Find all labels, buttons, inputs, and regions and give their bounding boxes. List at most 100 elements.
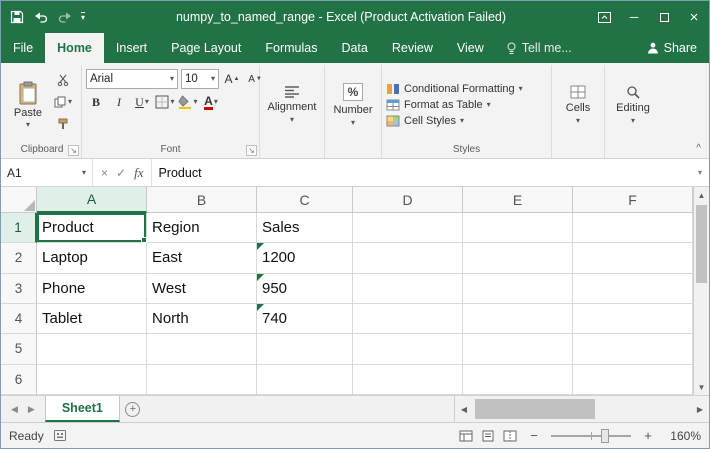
- cell-E6[interactable]: [463, 365, 573, 395]
- vertical-scroll-thumb[interactable]: [696, 205, 707, 283]
- scroll-left-icon[interactable]: ◀: [455, 405, 473, 414]
- horizontal-scroll-thumb[interactable]: [475, 399, 595, 419]
- cancel-icon[interactable]: ×: [101, 166, 108, 180]
- cell-C6[interactable]: [257, 365, 353, 395]
- tab-file[interactable]: File: [1, 33, 45, 63]
- cell-D6[interactable]: [353, 365, 463, 395]
- cell-C3[interactable]: 950: [257, 274, 353, 304]
- cell-D5[interactable]: [353, 334, 463, 364]
- tab-page-layout[interactable]: Page Layout: [159, 33, 253, 63]
- page-break-view-icon[interactable]: [503, 430, 517, 442]
- zoom-slider-thumb[interactable]: [601, 429, 609, 443]
- redo-icon[interactable]: [57, 9, 73, 25]
- cell-C1[interactable]: Sales: [257, 213, 353, 243]
- cell-B4[interactable]: North: [147, 304, 257, 334]
- row-header-1[interactable]: 1: [1, 213, 37, 243]
- editing-button[interactable]: Editing ▾: [609, 67, 657, 142]
- cell-F5[interactable]: [573, 334, 693, 364]
- name-box[interactable]: A1 ▾: [1, 159, 93, 186]
- cell-E2[interactable]: [463, 243, 573, 273]
- horizontal-scrollbar[interactable]: ◀ ▶: [454, 396, 709, 422]
- italic-button[interactable]: I: [109, 92, 129, 112]
- cell-E3[interactable]: [463, 274, 573, 304]
- macro-record-icon[interactable]: [54, 430, 66, 441]
- row-header-6[interactable]: 6: [1, 365, 37, 395]
- fill-color-button[interactable]: ▾: [178, 92, 198, 112]
- tab-view[interactable]: View: [445, 33, 496, 63]
- zoom-slider[interactable]: [551, 429, 631, 443]
- vertical-scrollbar[interactable]: ▲ ▼: [693, 187, 709, 395]
- new-sheet-button[interactable]: +: [120, 396, 146, 422]
- sheet-nav-right-icon[interactable]: ▶: [28, 404, 35, 415]
- maximize-button[interactable]: [649, 1, 679, 33]
- sheet-tab-sheet1[interactable]: Sheet1: [45, 396, 120, 422]
- tell-me-box[interactable]: Tell me...: [496, 33, 582, 63]
- insert-function-icon[interactable]: fx: [134, 165, 143, 181]
- increase-font-size-button[interactable]: A▲: [222, 69, 242, 89]
- column-header-F[interactable]: F: [573, 187, 693, 213]
- format-painter-button[interactable]: [51, 115, 75, 133]
- cell-D2[interactable]: [353, 243, 463, 273]
- cell-A4[interactable]: Tablet: [37, 304, 147, 334]
- format-as-table-button[interactable]: Format as Table ▾: [386, 99, 523, 111]
- ribbon-display-options-icon[interactable]: [589, 1, 619, 33]
- cell-B1[interactable]: Region: [147, 213, 257, 243]
- alignment-button[interactable]: Alignment ▾: [264, 67, 320, 142]
- conditional-formatting-button[interactable]: Conditional Formatting ▾: [386, 83, 523, 95]
- clipboard-dialog-launcher-icon[interactable]: ↘: [68, 145, 79, 156]
- cell-D1[interactable]: [353, 213, 463, 243]
- cell-C5[interactable]: [257, 334, 353, 364]
- cell-E5[interactable]: [463, 334, 573, 364]
- cell-C4[interactable]: 740: [257, 304, 353, 334]
- tab-data[interactable]: Data: [329, 33, 379, 63]
- qat-customize-icon[interactable]: ▾: [81, 12, 85, 22]
- copy-button[interactable]: ▾: [51, 93, 75, 111]
- cell-E1[interactable]: [463, 213, 573, 243]
- bold-button[interactable]: B: [86, 92, 106, 112]
- cell-D4[interactable]: [353, 304, 463, 334]
- page-layout-view-icon[interactable]: [481, 430, 495, 442]
- cell-B2[interactable]: East: [147, 243, 257, 273]
- share-button[interactable]: Share: [635, 33, 709, 63]
- number-button[interactable]: % Number ▾: [329, 67, 377, 142]
- column-header-D[interactable]: D: [353, 187, 463, 213]
- column-header-E[interactable]: E: [463, 187, 573, 213]
- cell-E4[interactable]: [463, 304, 573, 334]
- cell-A3[interactable]: Phone: [37, 274, 147, 304]
- cell-styles-button[interactable]: Cell Styles ▾: [386, 115, 523, 127]
- column-header-C[interactable]: C: [257, 187, 353, 213]
- select-all-corner[interactable]: [1, 187, 37, 213]
- tab-insert[interactable]: Insert: [104, 33, 159, 63]
- font-dialog-launcher-icon[interactable]: ↘: [246, 145, 257, 156]
- save-icon[interactable]: [9, 9, 25, 25]
- sheet-nav-left-icon[interactable]: ◀: [11, 404, 18, 415]
- row-header-4[interactable]: 4: [1, 304, 37, 334]
- tab-review[interactable]: Review: [380, 33, 445, 63]
- borders-button[interactable]: ▾: [155, 92, 175, 112]
- font-color-button[interactable]: A ▾: [201, 92, 221, 112]
- paste-button[interactable]: Paste ▾: [7, 67, 49, 142]
- cell-A5[interactable]: [37, 334, 147, 364]
- scroll-right-icon[interactable]: ▶: [691, 405, 709, 414]
- cell-A1[interactable]: Product: [37, 213, 147, 243]
- close-button[interactable]: ×: [679, 1, 709, 33]
- column-header-A[interactable]: A: [37, 187, 147, 213]
- cell-A2[interactable]: Laptop: [37, 243, 147, 273]
- horizontal-scroll-track[interactable]: [473, 396, 691, 422]
- cell-C2[interactable]: 1200: [257, 243, 353, 273]
- tab-home[interactable]: Home: [45, 33, 104, 63]
- cell-B3[interactable]: West: [147, 274, 257, 304]
- cell-B5[interactable]: [147, 334, 257, 364]
- underline-button[interactable]: U▾: [132, 92, 152, 112]
- zoom-level[interactable]: 160%: [665, 429, 701, 443]
- cell-D3[interactable]: [353, 274, 463, 304]
- scroll-down-icon[interactable]: ▼: [694, 379, 709, 395]
- cell-F4[interactable]: [573, 304, 693, 334]
- row-header-3[interactable]: 3: [1, 274, 37, 304]
- cell-A6[interactable]: [37, 365, 147, 395]
- undo-icon[interactable]: [33, 9, 49, 25]
- font-size-combo[interactable]: 10 ▾: [181, 69, 219, 89]
- tab-formulas[interactable]: Formulas: [253, 33, 329, 63]
- cell-B6[interactable]: [147, 365, 257, 395]
- formula-bar-expand-icon[interactable]: ▾: [691, 159, 709, 186]
